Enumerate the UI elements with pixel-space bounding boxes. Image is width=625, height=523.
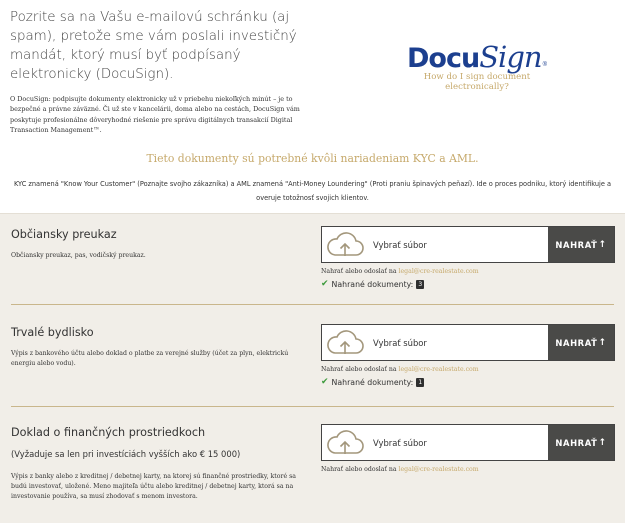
hint-text: Nahrať alebo odoslať na: [321, 466, 397, 473]
logo-registered-mark: ®: [542, 62, 547, 68]
upload-arrow-icon: ↑: [598, 239, 607, 250]
logo-part-2: Sign: [479, 40, 542, 74]
section-title: Doklad o finančných prostriedkoch: [11, 426, 206, 439]
check-icon: ✔: [321, 377, 329, 387]
section-desc: Výpis z bankového účtu alebo doklad o pl…: [11, 350, 289, 368]
upload-button-label: NAHRAŤ: [555, 337, 598, 348]
hint-text: Nahrať alebo odoslať na: [321, 366, 397, 373]
hint-text: Nahrať alebo odoslať na: [321, 268, 397, 275]
uploaded-documents: ✔ Nahrané dokumenty: 1: [321, 377, 425, 387]
kyc-text: KYC znamená "Know Your Customer" (Poznaj…: [13, 180, 612, 202]
intro-block: Pozrite sa na Vašu e-mailovú schránku (a…: [10, 8, 302, 136]
upload-hint: Nahrať alebo odoslať na legal@cre-reales…: [321, 366, 479, 373]
upload-hint: Nahrať alebo odoslať na legal@cre-reales…: [321, 268, 479, 275]
section-subtitle: (Vyžaduje sa len pri investíciách vyššíc…: [11, 449, 241, 459]
cloud-upload-icon[interactable]: [322, 227, 367, 262]
logo-part-1: Docu: [406, 43, 480, 74]
upload-button-label: NAHRAŤ: [555, 437, 598, 448]
upload-box: Vybrať súbor NAHRAŤ ↑: [321, 424, 615, 461]
upload-button-label: NAHRAŤ: [555, 239, 598, 250]
legal-email-link[interactable]: legal@cre-realestate.com: [399, 466, 479, 473]
check-icon: ✔: [321, 279, 329, 289]
upload-button[interactable]: NAHRAŤ ↑: [548, 227, 614, 262]
section-title: Trvalé bydlisko: [11, 326, 94, 339]
upload-button[interactable]: NAHRAŤ ↑: [548, 325, 614, 360]
how-to-sign-link[interactable]: How do I sign document electronically?: [392, 72, 562, 92]
legal-email-link[interactable]: legal@cre-realestate.com: [399, 366, 479, 373]
upload-arrow-icon: ↑: [598, 437, 607, 448]
select-file-button[interactable]: Vybrať súbor: [367, 425, 548, 460]
upload-button[interactable]: NAHRAŤ ↑: [548, 425, 614, 460]
select-file-button[interactable]: Vybrať súbor: [367, 227, 548, 262]
divider: [11, 304, 614, 305]
upload-box: Vybrať súbor NAHRAŤ ↑: [321, 324, 615, 361]
uploaded-count-badge: 3: [416, 279, 425, 289]
uploaded-label: Nahrané dokumenty:: [331, 279, 414, 289]
uploaded-documents: ✔ Nahrané dokumenty: 3: [321, 279, 425, 289]
divider: [11, 406, 614, 407]
section-desc: Občiansky preukaz, pas, vodičský preukaz…: [11, 252, 146, 259]
upload-box: Vybrať súbor NAHRAŤ ↑: [321, 226, 615, 263]
intro-heading: Pozrite sa na Vašu e-mailovú schránku (a…: [10, 10, 297, 82]
upload-hint: Nahrať alebo odoslať na legal@cre-reales…: [321, 466, 479, 473]
docusign-logo-block: Docu Sign ® How do I sign document elect…: [392, 40, 562, 92]
select-file-button[interactable]: Vybrať súbor: [367, 325, 548, 360]
upload-arrow-icon: ↑: [598, 337, 607, 348]
intro-text: O DocuSign: podpisujte dokumenty elektro…: [10, 95, 300, 135]
kyc-title: Tieto dokumenty sú potrebné kvôli nariad…: [146, 152, 479, 165]
documents-panel: Občiansky preukaz Občiansky preukaz, pas…: [0, 213, 625, 523]
cloud-upload-icon[interactable]: [322, 425, 367, 460]
section-desc: Výpis z banky alebo z kreditnej / debetn…: [11, 473, 296, 501]
docusign-logo: Docu Sign ®: [392, 40, 562, 74]
uploaded-count-badge: 1: [416, 377, 425, 387]
cloud-upload-icon[interactable]: [322, 325, 367, 360]
uploaded-label: Nahrané dokumenty:: [331, 377, 414, 387]
section-title: Občiansky preukaz: [11, 228, 117, 241]
legal-email-link[interactable]: legal@cre-realestate.com: [399, 268, 479, 275]
